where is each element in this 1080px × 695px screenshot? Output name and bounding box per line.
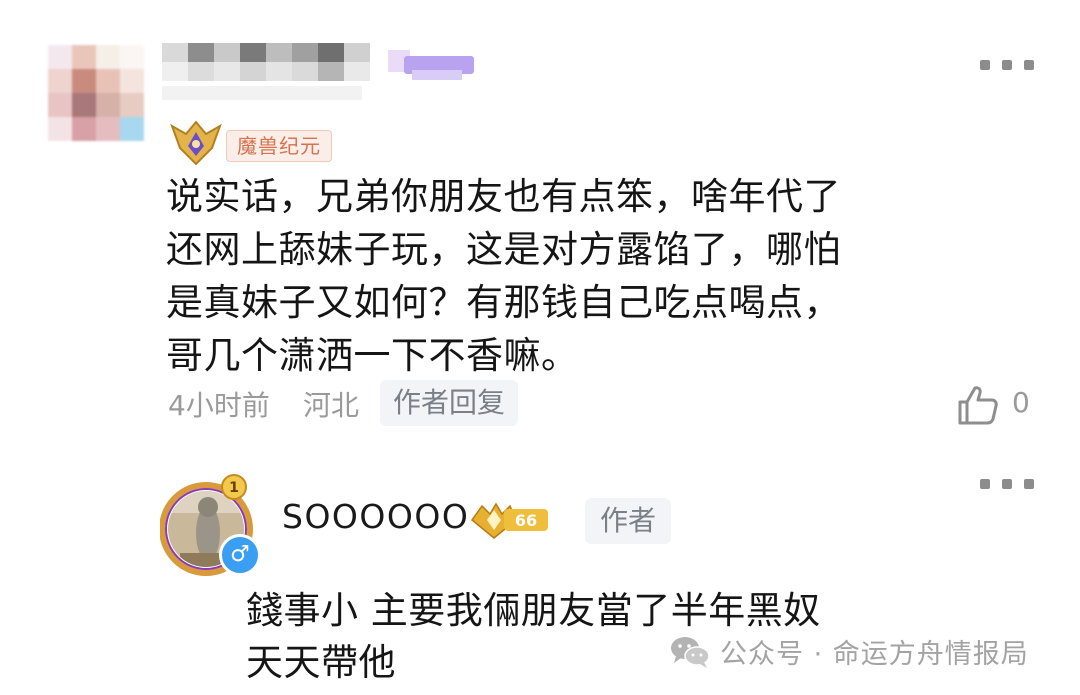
username-blurred[interactable] xyxy=(162,43,372,81)
comment-time: 4小时前 xyxy=(168,389,270,422)
medal-title: 魔兽纪元 xyxy=(226,130,332,162)
subtitle-blurred xyxy=(162,86,362,100)
author-tag: 作者 xyxy=(585,498,672,544)
wechat-icon xyxy=(671,636,710,668)
username[interactable]: SOOOOOO xyxy=(282,497,469,536)
like-count: 0 xyxy=(1012,386,1030,419)
watermark: 公众号 · 命运方舟情报局 xyxy=(670,632,1029,671)
emoji-blurred xyxy=(388,50,474,80)
like-icon[interactable] xyxy=(956,383,1000,427)
more-options-icon[interactable] xyxy=(980,58,1034,72)
watermark-text: 公众号 · 命运方舟情报局 xyxy=(720,639,1029,670)
comment-region: 河北 xyxy=(303,389,360,422)
more-options-icon[interactable] xyxy=(980,477,1034,491)
level-badge-icon: 66 xyxy=(470,502,548,539)
medal-icon xyxy=(170,120,222,166)
svg-text:1: 1 xyxy=(229,480,239,496)
author-reply-button[interactable]: 作者回复 xyxy=(380,380,519,426)
comment-text: 说实话，兄弟你朋友也有点笨，啥年代了 还网上舔妹子玩，这是对方露馅了，哪怕 是真… xyxy=(166,175,841,377)
avatar-blurred[interactable] xyxy=(48,45,144,149)
gender-male-icon: ♂ xyxy=(219,534,261,576)
level-number: 66 xyxy=(515,511,537,530)
